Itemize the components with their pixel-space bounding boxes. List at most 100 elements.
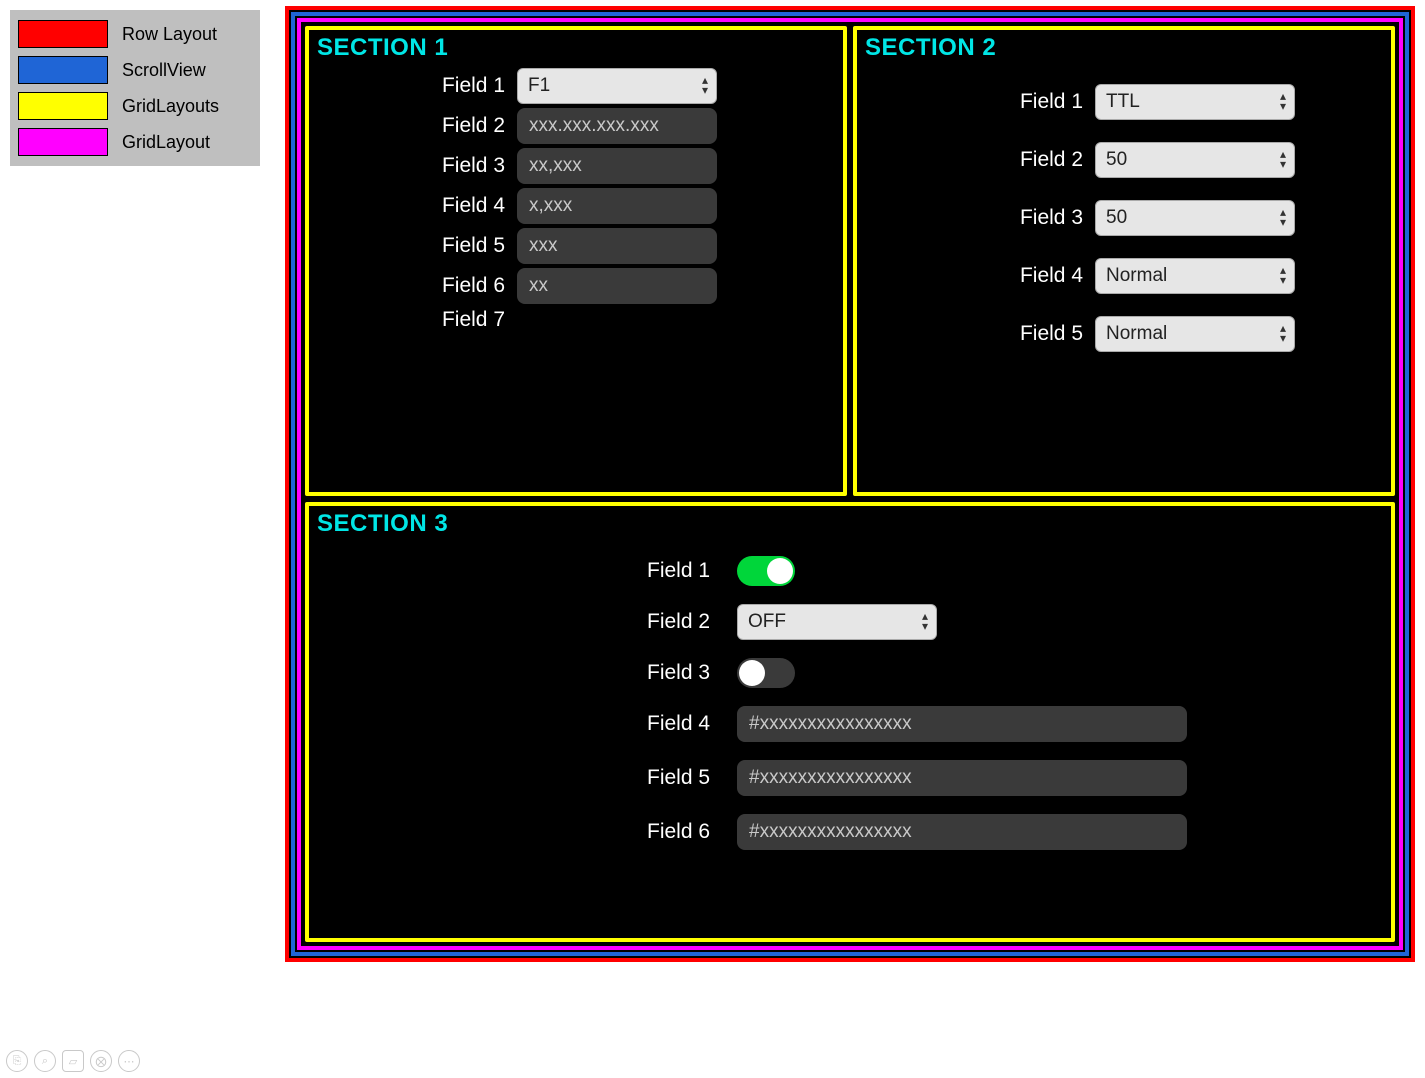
s3-field6-row: Field 6 #xxxxxxxxxxxxxxxx [317, 814, 1383, 850]
s2-field4-row: Field 4 Normal ▴▾ [865, 258, 1383, 294]
legend-label: GridLayouts [122, 96, 219, 117]
legend-row-gridlayout: GridLayout [16, 124, 250, 160]
s3-field4-value: #xxxxxxxxxxxxxxxx [749, 713, 912, 735]
sections-wrapper: SECTION 1 Field 1 F1 ▴▾ Field 2 xxx.xxx.… [305, 26, 1395, 942]
spin-arrows-icon: ▴▾ [922, 612, 928, 632]
s1-field4-value: x,xxx [529, 195, 572, 217]
top-row: SECTION 1 Field 1 F1 ▴▾ Field 2 xxx.xxx.… [305, 26, 1395, 496]
s1-field2-label: Field 2 [317, 114, 517, 138]
legend-panel: Row Layout ScrollView GridLayouts GridLa… [10, 10, 260, 166]
section-1-title: SECTION 1 [317, 34, 835, 62]
gridlayout-frame: SECTION 1 Field 1 F1 ▴▾ Field 2 xxx.xxx.… [297, 18, 1403, 950]
s3-field5-input[interactable]: #xxxxxxxxxxxxxxxx [737, 760, 1187, 796]
s3-field1-label: Field 1 [647, 559, 737, 583]
row-layout-frame: SECTION 1 Field 1 F1 ▴▾ Field 2 xxx.xxx.… [285, 6, 1415, 962]
s1-field4-label: Field 4 [317, 194, 517, 218]
s1-field7-row: Field 7 [317, 308, 835, 332]
s3-field2-label: Field 2 [647, 610, 737, 634]
s3-field6-label: Field 6 [647, 820, 737, 844]
s3-field3-toggle[interactable] [737, 658, 795, 688]
s1-field5-row: Field 5 xxx [317, 228, 835, 264]
s2-field1-dropdown[interactable]: TTL ▴▾ [1095, 84, 1295, 120]
s3-field3-row: Field 3 [317, 658, 1383, 688]
s3-field4-label: Field 4 [647, 712, 737, 736]
s1-field1-value: F1 [528, 75, 550, 97]
legend-row-gridlayouts: GridLayouts [16, 88, 250, 124]
s2-field2-dropdown[interactable]: 50 ▴▾ [1095, 142, 1295, 178]
section-1: SECTION 1 Field 1 F1 ▴▾ Field 2 xxx.xxx.… [305, 26, 847, 496]
toggle-knob [767, 558, 793, 584]
s2-field4-value: Normal [1106, 265, 1167, 287]
spin-arrows-icon: ▴▾ [1280, 324, 1286, 344]
legend-swatch-yellow [18, 92, 108, 120]
s1-field1-label: Field 1 [317, 74, 517, 98]
s3-field2-row: Field 2 OFF ▴▾ [317, 604, 1383, 640]
s1-field5-value: xxx [529, 235, 558, 257]
zoom-icon[interactable]: ⌕ [34, 1050, 56, 1072]
spin-arrows-icon: ▴▾ [702, 76, 708, 96]
spin-arrows-icon: ▴▾ [1280, 92, 1286, 112]
spin-arrows-icon: ▴▾ [1280, 266, 1286, 286]
s3-field1-toggle[interactable] [737, 556, 795, 586]
s3-field5-label: Field 5 [647, 766, 737, 790]
scrollview-frame[interactable]: SECTION 1 Field 1 F1 ▴▾ Field 2 xxx.xxx.… [291, 12, 1409, 956]
s1-field3-value: xx,xxx [529, 155, 582, 177]
s2-field5-dropdown[interactable]: Normal ▴▾ [1095, 316, 1295, 352]
s1-field2-input[interactable]: xxx.xxx.xxx.xxx [517, 108, 717, 144]
spin-arrows-icon: ▴▾ [1280, 208, 1286, 228]
legend-row-rowlayout: Row Layout [16, 16, 250, 52]
legend-label: ScrollView [122, 60, 206, 81]
s2-field3-label: Field 3 [865, 206, 1095, 230]
s1-field6-row: Field 6 xx [317, 268, 835, 304]
section-3: SECTION 3 Field 1 Field 2 OFF ▴▾ Field [305, 502, 1395, 942]
s3-field6-value: #xxxxxxxxxxxxxxxx [749, 821, 912, 843]
bottom-toolbar: ⎘ ⌕ ▱ ⨂ ⋯ [6, 1050, 140, 1072]
legend-label: Row Layout [122, 24, 217, 45]
s1-field1-row: Field 1 F1 ▴▾ [317, 68, 835, 104]
legend-label: GridLayout [122, 132, 210, 153]
s3-field5-row: Field 5 #xxxxxxxxxxxxxxxx [317, 760, 1383, 796]
section-2-title: SECTION 2 [865, 34, 1383, 62]
s2-field2-label: Field 2 [865, 148, 1095, 172]
s2-field4-dropdown[interactable]: Normal ▴▾ [1095, 258, 1295, 294]
legend-swatch-magenta [18, 128, 108, 156]
s1-field6-label: Field 6 [317, 274, 517, 298]
s2-field1-value: TTL [1106, 91, 1140, 113]
s1-field5-label: Field 5 [317, 234, 517, 258]
s1-field1-dropdown[interactable]: F1 ▴▾ [517, 68, 717, 104]
legend-row-scrollview: ScrollView [16, 52, 250, 88]
s1-field3-row: Field 3 xx,xxx [317, 148, 835, 184]
s1-field6-input[interactable]: xx [517, 268, 717, 304]
copy-icon[interactable]: ⎘ [6, 1050, 28, 1072]
s3-field1-row: Field 1 [317, 556, 1383, 586]
s1-field2-row: Field 2 xxx.xxx.xxx.xxx [317, 108, 835, 144]
spin-arrows-icon: ▴▾ [1280, 150, 1286, 170]
section-3-title: SECTION 3 [317, 510, 1383, 538]
s2-field2-row: Field 2 50 ▴▾ [865, 142, 1383, 178]
s1-field4-input[interactable]: x,xxx [517, 188, 717, 224]
s1-field3-input[interactable]: xx,xxx [517, 148, 717, 184]
s2-field3-dropdown[interactable]: 50 ▴▾ [1095, 200, 1295, 236]
s2-field5-label: Field 5 [865, 322, 1095, 346]
s3-field4-input[interactable]: #xxxxxxxxxxxxxxxx [737, 706, 1187, 742]
s2-field2-value: 50 [1106, 149, 1127, 171]
s2-field5-value: Normal [1106, 323, 1167, 345]
s2-field5-row: Field 5 Normal ▴▾ [865, 316, 1383, 352]
s2-field3-value: 50 [1106, 207, 1127, 229]
s1-field5-input[interactable]: xxx [517, 228, 717, 264]
s3-field2-value: OFF [748, 611, 786, 633]
s1-field7-label: Field 7 [317, 308, 517, 332]
s3-field6-input[interactable]: #xxxxxxxxxxxxxxxx [737, 814, 1187, 850]
s3-field3-label: Field 3 [647, 661, 737, 685]
image-icon[interactable]: ▱ [62, 1050, 84, 1072]
legend-swatch-red [18, 20, 108, 48]
s1-field3-label: Field 3 [317, 154, 517, 178]
s2-field1-label: Field 1 [865, 90, 1095, 114]
legend-swatch-blue [18, 56, 108, 84]
s3-field5-value: #xxxxxxxxxxxxxxxx [749, 767, 912, 789]
more-icon[interactable]: ⋯ [118, 1050, 140, 1072]
s2-field1-row: Field 1 TTL ▴▾ [865, 84, 1383, 120]
camera-off-icon[interactable]: ⨂ [90, 1050, 112, 1072]
section-2: SECTION 2 Field 1 TTL ▴▾ Field 2 50 [853, 26, 1395, 496]
s3-field2-dropdown[interactable]: OFF ▴▾ [737, 604, 937, 640]
